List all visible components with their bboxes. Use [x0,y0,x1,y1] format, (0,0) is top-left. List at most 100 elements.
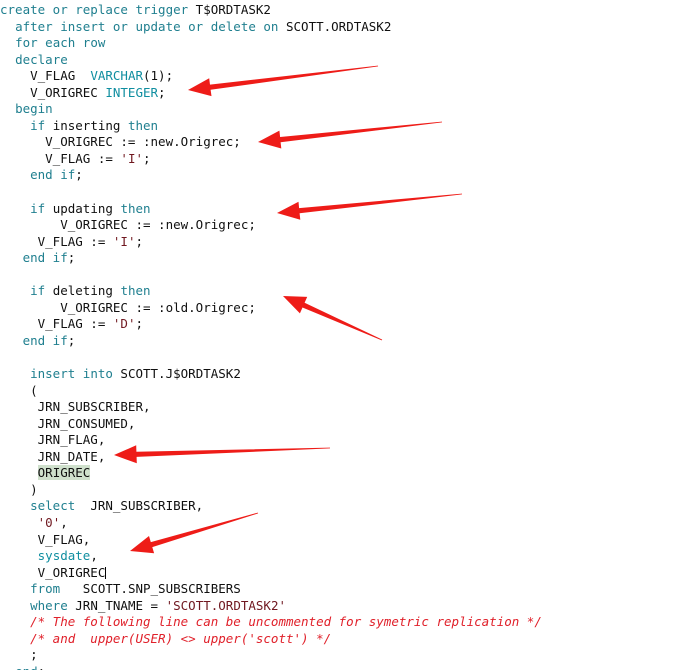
code-line[interactable]: ( [0,383,684,400]
code-token: ; [143,150,151,166]
code-line[interactable]: after insert or update or delete on SCOT… [0,19,684,36]
code-token: ; [67,332,76,348]
code-token: /* and upper(USER) <> upper('scott') */ [0,630,332,646]
code-line[interactable]: if updating then [0,201,684,218]
sql-code-block[interactable]: create or replace trigger T$ORDTASK2 aft… [0,0,684,670]
code-token: JRN_CONSUMED, [0,415,136,431]
code-editor-screenshot: create or replace trigger T$ORDTASK2 aft… [0,0,684,670]
code-token: (1); [143,68,174,84]
code-token: SCOTT.J$ORDTASK2 [112,366,241,382]
code-token: JRN_DATE, [0,448,106,464]
code-line[interactable]: create or replace trigger T$ORDTASK2 [0,2,684,19]
code-line[interactable]: end if; [0,250,684,267]
code-token: insert into [30,366,113,382]
text-caret [105,566,107,579]
code-token: deleting [45,283,121,299]
code-token: for each row [15,35,106,51]
code-token: if [30,117,46,133]
code-line[interactable]: V_FLAG := 'I'; [0,234,684,251]
code-line[interactable]: ; [0,647,684,664]
code-token: , [90,548,98,564]
code-token: /* The following line can be uncommented… [0,614,542,630]
code-line[interactable] [0,184,684,201]
code-line[interactable]: V_ORIGREC := :old.Origrec; [0,300,684,317]
code-token: then [120,283,151,299]
code-line[interactable]: ) [0,482,684,499]
code-line[interactable]: /* The following line can be uncommented… [0,614,684,631]
code-token: from [30,581,61,597]
code-token: sysdate [37,548,91,564]
code-token: JRN_SUBSCRIBER, [75,498,204,514]
code-token: VARCHAR [90,68,143,84]
code-line[interactable]: JRN_SUBSCRIBER, [0,399,684,416]
code-token: ; [38,664,46,670]
code-token: then [120,200,151,216]
code-line[interactable]: insert into SCOTT.J$ORDTASK2 [0,366,684,383]
code-token: V_ORIGREC := :old.Origrec; [0,299,256,315]
code-line[interactable]: V_FLAG := 'D'; [0,316,684,333]
code-line[interactable]: if inserting then [0,118,684,135]
code-line[interactable]: JRN_FLAG, [0,432,684,449]
code-token: 'SCOTT.ORDTASK2' [165,597,287,613]
code-token: ; [158,84,166,100]
code-line[interactable]: '0', [0,515,684,532]
code-token: after insert or update or delete on [15,18,286,34]
code-line[interactable]: /* and upper(USER) <> upper('scott') */ [0,631,684,648]
code-token: ( [0,382,38,398]
code-line[interactable]: if deleting then [0,283,684,300]
code-token: declare [15,51,68,67]
code-line[interactable] [0,267,684,284]
code-line[interactable]: V_FLAG := 'I'; [0,151,684,168]
code-token: begin [15,101,53,117]
code-line[interactable]: V_ORIGREC := :new.Origrec; [0,217,684,234]
code-token: 'I' [120,150,143,166]
code-line[interactable]: declare [0,52,684,69]
code-token: end if [30,167,76,183]
code-line[interactable] [0,349,684,366]
code-token: where [30,597,68,613]
code-token: JRN_SUBSCRIBER, [0,399,151,415]
code-token: then [127,117,159,133]
code-line[interactable]: for each row [0,35,684,52]
code-line[interactable]: V_ORIGREC [0,565,684,582]
code-line[interactable]: end if; [0,333,684,350]
code-token: updating [45,200,121,216]
code-token: end [15,664,38,670]
code-line[interactable]: where JRN_TNAME = 'SCOTT.ORDTASK2' [0,598,684,615]
code-line[interactable]: from SCOTT.SNP_SUBSCRIBERS [0,581,684,598]
code-line[interactable]: ORIGREC [0,465,684,482]
code-line[interactable]: V_FLAG, [0,532,684,549]
code-line[interactable]: JRN_CONSUMED, [0,416,684,433]
code-token: ; [135,233,143,249]
code-line[interactable]: JRN_DATE, [0,449,684,466]
code-token: V_FLAG := [0,316,113,332]
code-line[interactable]: V_FLAG VARCHAR(1); [0,68,684,85]
code-token: SCOTT.SNP_SUBSCRIBERS [60,581,241,597]
code-line[interactable]: end if; [0,167,684,184]
code-line[interactable]: sysdate, [0,548,684,565]
code-line[interactable]: end; [0,664,684,670]
code-line[interactable]: V_ORIGREC := :new.Origrec; [0,134,684,151]
code-token: SCOTT.ORDTASK2 [286,18,392,34]
code-line[interactable]: begin [0,101,684,118]
code-line[interactable]: V_ORIGREC INTEGER; [0,85,684,102]
code-token: ORIGREC [37,465,91,481]
code-line[interactable]: select JRN_SUBSCRIBER, [0,498,684,515]
code-token: 'D' [112,316,136,332]
code-token: V_ORIGREC := :new.Origrec; [0,134,241,150]
